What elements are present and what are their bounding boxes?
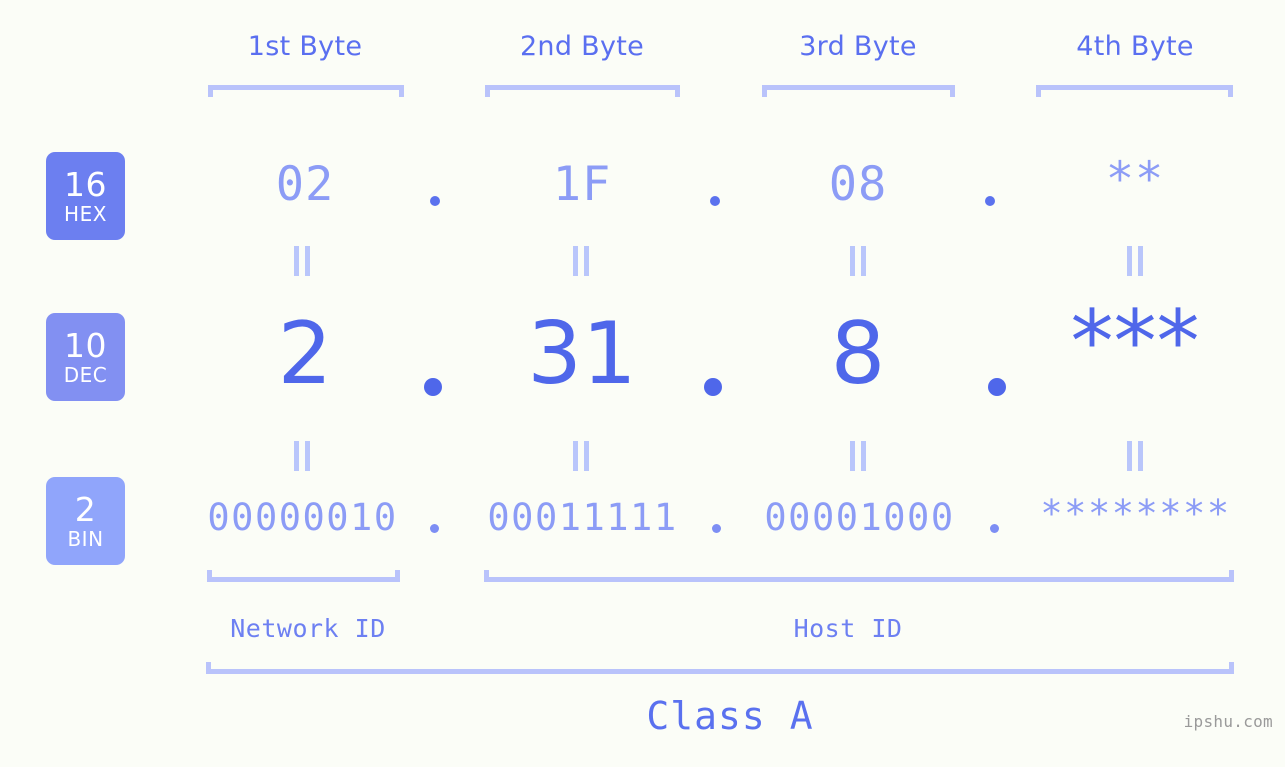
site-watermark: ipshu.com bbox=[1183, 712, 1273, 731]
equals-symbol-dec-bin-1 bbox=[294, 441, 311, 471]
equals-symbol-hex-dec-4 bbox=[1127, 246, 1144, 276]
hex-separator-dot-2 bbox=[710, 196, 720, 206]
dec-separator-dot-1 bbox=[424, 378, 442, 396]
equals-symbol-hex-dec-2 bbox=[573, 246, 590, 276]
bin-byte-3: 00001000 bbox=[764, 496, 955, 539]
base-badge-hex: 16 HEX bbox=[46, 152, 125, 240]
hex-separator-dot-1 bbox=[430, 196, 440, 206]
base-badge-bin: 2 BIN bbox=[46, 477, 125, 565]
bin-byte-2: 00011111 bbox=[487, 496, 678, 539]
host-id-bracket bbox=[484, 570, 1234, 582]
host-id-label: Host ID bbox=[793, 614, 903, 643]
hex-byte-2: 1F bbox=[552, 157, 612, 212]
equals-symbol-dec-bin-4 bbox=[1127, 441, 1144, 471]
base-badge-dec-number: 10 bbox=[64, 326, 107, 365]
byte-header-2: 2nd Byte bbox=[519, 31, 645, 62]
bin-byte-1: 00000010 bbox=[207, 496, 398, 539]
hex-byte-4: ** bbox=[1105, 152, 1165, 207]
network-id-bracket bbox=[207, 570, 400, 582]
dec-separator-dot-2 bbox=[704, 378, 722, 396]
hex-byte-1: 02 bbox=[275, 157, 335, 212]
byte-header-1: 1st Byte bbox=[247, 31, 363, 62]
dec-separator-dot-3 bbox=[988, 378, 1006, 396]
base-badge-dec-name: DEC bbox=[63, 363, 108, 387]
network-id-label: Network ID bbox=[230, 614, 386, 643]
bin-separator-dot-1 bbox=[430, 524, 439, 533]
byte-bracket-top-3 bbox=[762, 85, 955, 97]
bin-separator-dot-3 bbox=[990, 524, 999, 533]
hex-byte-3: 08 bbox=[828, 157, 888, 212]
base-badge-dec: 10 DEC bbox=[46, 313, 125, 401]
equals-symbol-hex-dec-1 bbox=[294, 246, 311, 276]
byte-header-3: 3rd Byte bbox=[799, 31, 917, 62]
dec-byte-4: *** bbox=[1070, 292, 1200, 392]
dec-byte-2: 31 bbox=[527, 304, 637, 404]
byte-bracket-top-2 bbox=[485, 85, 680, 97]
byte-bracket-top-4 bbox=[1036, 85, 1233, 97]
equals-symbol-dec-bin-3 bbox=[850, 441, 867, 471]
base-badge-hex-name: HEX bbox=[64, 202, 107, 226]
ip-address-breakdown-diagram: 1st Byte 2nd Byte 3rd Byte 4th Byte 16 H… bbox=[0, 0, 1285, 767]
class-label: Class A bbox=[646, 694, 814, 738]
bin-byte-4: ******** bbox=[1040, 492, 1231, 535]
dec-byte-3: 8 bbox=[830, 304, 886, 404]
byte-header-4: 4th Byte bbox=[1076, 31, 1194, 62]
base-badge-bin-number: 2 bbox=[74, 490, 97, 529]
byte-bracket-top-1 bbox=[208, 85, 404, 97]
class-bracket bbox=[206, 662, 1234, 674]
bin-separator-dot-2 bbox=[712, 524, 721, 533]
dec-byte-1: 2 bbox=[277, 304, 333, 404]
base-badge-hex-number: 16 bbox=[64, 165, 107, 204]
base-badge-bin-name: BIN bbox=[67, 527, 104, 551]
hex-separator-dot-3 bbox=[985, 196, 995, 206]
equals-symbol-hex-dec-3 bbox=[850, 246, 867, 276]
equals-symbol-dec-bin-2 bbox=[573, 441, 590, 471]
